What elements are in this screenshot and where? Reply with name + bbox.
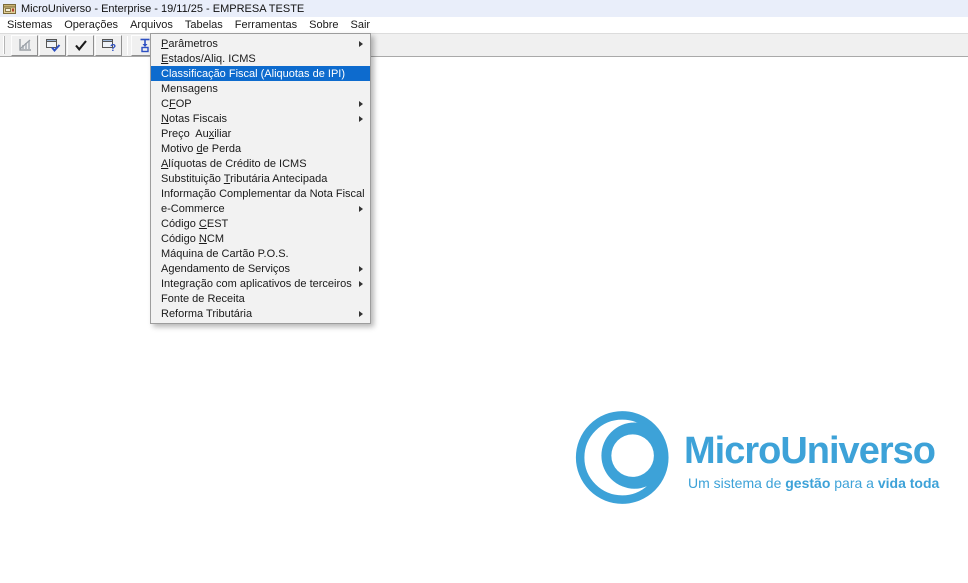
tabelas-menu-popup: Parâmetros Estados/Aliq. ICMS Classificaçã… (150, 33, 371, 324)
submenu-arrow-icon (359, 116, 363, 122)
menu-item-reforma-tributaria[interactable]: Reforma Tributária (151, 306, 370, 321)
menubar-item-ferramentas[interactable]: Ferramentas (229, 18, 303, 32)
menu-item-informacao-complementar-da-nota-fiscal[interactable]: Informação Complementar da Nota Fiscal (151, 186, 370, 201)
tagline-part-bold: gestão (785, 475, 830, 491)
menu-item-e-commerce[interactable]: e-Commerce (151, 201, 370, 216)
menu-item-label: Motivo de Perda (161, 143, 241, 155)
menu-item-notas-fiscais[interactable]: Notas Fiscais (151, 111, 370, 126)
menu-item-integracao-com-aplicativos-de-terceiros[interactable]: Integração com aplicativos de terceiros (151, 276, 370, 291)
menubar-items: SistemasOperaçõesArquivosTabelasFerramen… (0, 17, 968, 33)
form-check-icon (45, 37, 61, 53)
menu-item-parametros[interactable]: Parâmetros (151, 36, 370, 51)
menu-item-label: Preço Auxiliar (161, 128, 231, 140)
menubar-item-tabelas[interactable]: Tabelas (179, 18, 229, 32)
toolbar-separator (127, 36, 128, 55)
microuniverso-logo: MicroUniverso Um sistema de gestão para … (574, 410, 939, 505)
app-icon (3, 2, 16, 15)
menu-item-label: Mensagens (161, 83, 218, 95)
toolbar-grip (3, 36, 5, 54)
menu-item-label: Alíquotas de Crédito de ICMS (161, 158, 307, 170)
menu-item-mensagens[interactable]: Mensagens (151, 81, 370, 96)
menu-item-aliquotas-de-credito-de-icms[interactable]: Alíquotas de Crédito de ICMS (151, 156, 370, 171)
menu-item-label: Integração com aplicativos de terceiros (161, 278, 352, 290)
menu-item-label: Classificação Fiscal (Aliquotas de IPI) (161, 68, 345, 80)
logo-brand-text: MicroUniverso (684, 432, 939, 470)
menu-item-label: Substituição Tributária Antecipada (161, 173, 327, 185)
menu-item-cfop[interactable]: CFOP (151, 96, 370, 111)
submenu-arrow-icon (359, 266, 363, 272)
menu-item-classificacao-fiscal-aliquotas-de-ipi[interactable]: Classificação Fiscal (Aliquotas de IPI) (151, 66, 370, 81)
tagline-part: Um sistema de (688, 475, 785, 491)
menu-item-agendamento-de-servicos[interactable]: Agendamento de Serviços (151, 261, 370, 276)
menu-item-label: Notas Fiscais (161, 113, 227, 125)
form-question-icon: ? (101, 37, 117, 53)
menu-item-fonte-de-receita[interactable]: Fonte de Receita (151, 291, 370, 306)
menu-item-label: Fonte de Receita (161, 293, 245, 305)
submenu-arrow-icon (359, 41, 363, 47)
check-button[interactable] (67, 35, 94, 56)
toolbar: ? (0, 33, 968, 57)
logo-tagline: Um sistema de gestão para a vida toda (688, 475, 939, 491)
menu-item-label: e-Commerce (161, 203, 225, 215)
menu-item-label: Código NCM (161, 233, 224, 245)
confirm-form-button[interactable] (39, 35, 66, 56)
logo-text-block: MicroUniverso Um sistema de gestão para … (684, 410, 939, 505)
menu-item-preco-auxiliar[interactable]: Preço Auxiliar (151, 126, 370, 141)
menu-item-maquina-de-cartao-p-o-s[interactable]: Máquina de Cartão P.O.S. (151, 246, 370, 261)
menu-item-label: Informação Complementar da Nota Fiscal (161, 188, 365, 200)
tagline-part: para a (830, 475, 877, 491)
titlebar: MicroUniverso - Enterprise - 19/11/25 - … (0, 0, 968, 17)
help-form-button[interactable]: ? (95, 35, 122, 56)
menubar-item-sistemas[interactable]: Sistemas (1, 18, 58, 32)
menubar-item-sobre[interactable]: Sobre (303, 18, 344, 32)
chart-icon (17, 37, 33, 53)
menu-item-codigo-cest[interactable]: Código CEST (151, 216, 370, 231)
menubar-item-operacoes[interactable]: Operações (58, 18, 124, 32)
menu-item-label: Reforma Tributária (161, 308, 252, 320)
check-icon (73, 37, 89, 53)
menu-item-substituicao-tributaria-antecipada[interactable]: Substituição Tributária Antecipada (151, 171, 370, 186)
menu-item-motivo-de-perda[interactable]: Motivo de Perda (151, 141, 370, 156)
report-chart-button[interactable] (11, 35, 38, 56)
menubar-item-arquivos[interactable]: Arquivos (124, 18, 179, 32)
svg-text:?: ? (110, 43, 116, 53)
menu-item-label: Máquina de Cartão P.O.S. (161, 248, 289, 260)
menu-item-label: Código CEST (161, 218, 228, 230)
menu-item-label: Agendamento de Serviços (161, 263, 290, 275)
window-title: MicroUniverso - Enterprise - 19/11/25 - … (21, 3, 304, 15)
menu-item-label: Estados/Aliq. ICMS (161, 53, 256, 65)
menubar-item-sair[interactable]: Sair (345, 18, 377, 32)
tagline-part-bold: vida toda (878, 475, 939, 491)
main-area: MicroUniverso Um sistema de gestão para … (0, 58, 968, 583)
submenu-arrow-icon (359, 101, 363, 107)
menu-item-label: Parâmetros (161, 38, 218, 50)
submenu-arrow-icon (359, 281, 363, 287)
menu-item-label: CFOP (161, 98, 192, 110)
menu-item-codigo-ncm[interactable]: Código NCM (151, 231, 370, 246)
microuniverso-logo-icon (574, 410, 678, 505)
submenu-arrow-icon (359, 206, 363, 212)
menu-item-estados-aliq-icms[interactable]: Estados/Aliq. ICMS (151, 51, 370, 66)
submenu-arrow-icon (359, 311, 363, 317)
